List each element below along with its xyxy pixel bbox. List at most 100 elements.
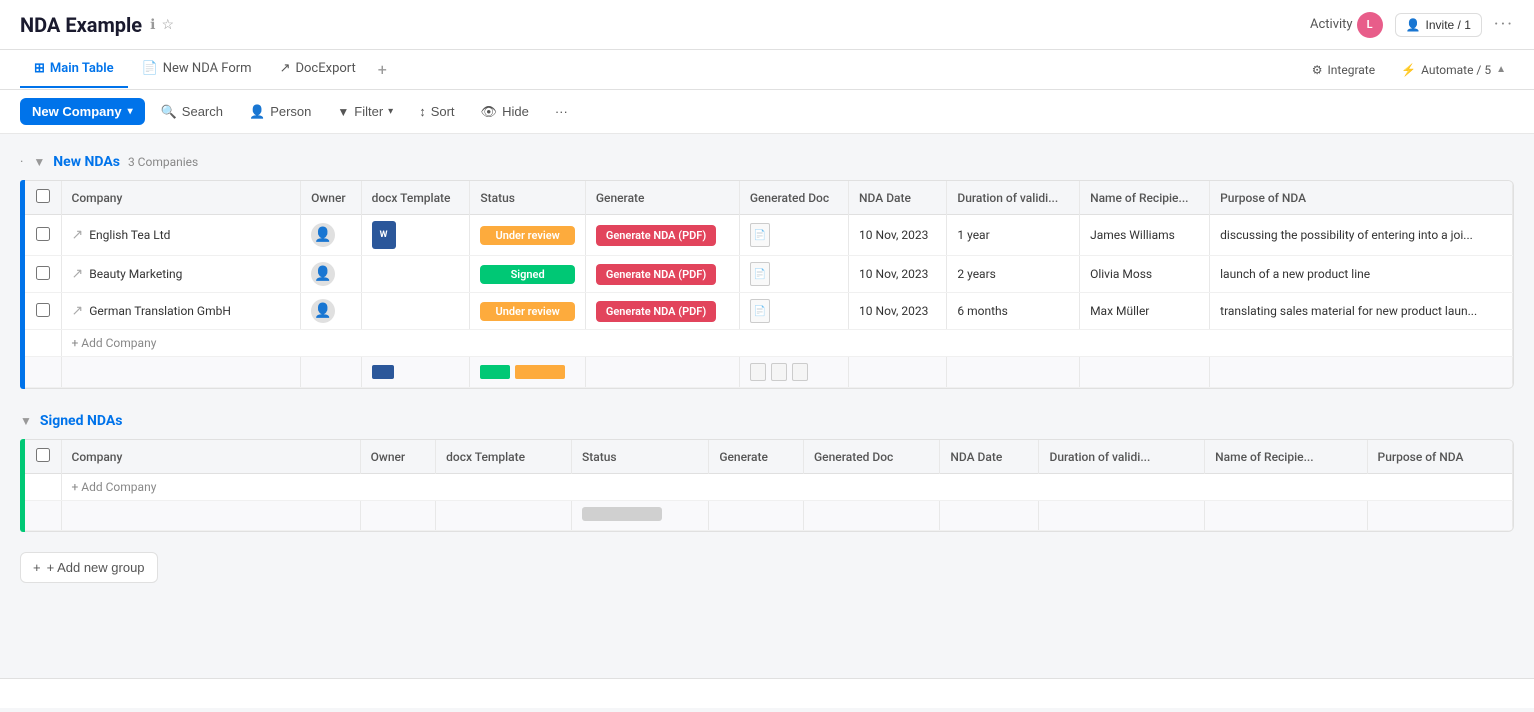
- signed-th-recipient[interactable]: Name of Recipie...: [1205, 440, 1367, 474]
- new-ndas-title: New NDAs: [53, 154, 120, 170]
- owner-avatar[interactable]: 👤: [311, 299, 335, 323]
- signed-summary-status-empty: [582, 507, 662, 521]
- owner-avatar[interactable]: 👤: [311, 262, 335, 286]
- activity-label: Activity: [1310, 17, 1353, 32]
- signed-th-duration[interactable]: Duration of validi...: [1039, 440, 1205, 474]
- chevron-up-icon: ▲: [1496, 64, 1506, 75]
- generate-button[interactable]: Generate NDA (PDF): [596, 264, 716, 285]
- summary-docx: [361, 357, 470, 388]
- th-company[interactable]: Company: [61, 181, 301, 215]
- nda-date-cell: 10 Nov, 2023: [849, 293, 947, 330]
- signed-th-generate[interactable]: Generate: [709, 440, 804, 474]
- generate-cell: Generate NDA (PDF): [585, 293, 739, 330]
- integrate-label: Integrate: [1328, 63, 1376, 77]
- status-badge[interactable]: Under review: [480, 226, 574, 245]
- signed-ndas-collapse-icon[interactable]: ▼: [20, 414, 32, 428]
- automate-button[interactable]: ⚡ Automate / 5 ▲: [1393, 59, 1514, 81]
- info-icon[interactable]: ℹ: [150, 17, 155, 33]
- signed-summary-gendoc: [804, 501, 940, 531]
- th-docx-template[interactable]: docx Template: [361, 181, 470, 215]
- th-status[interactable]: Status: [470, 181, 585, 215]
- summary-purpose: [1210, 357, 1513, 388]
- add-tab-button[interactable]: +: [370, 50, 395, 89]
- row-checkbox[interactable]: [36, 266, 50, 280]
- th-nda-date[interactable]: NDA Date: [849, 181, 947, 215]
- select-all-checkbox[interactable]: [36, 189, 50, 203]
- new-company-button[interactable]: New Company ▾: [20, 98, 145, 125]
- activity-button[interactable]: Activity L: [1310, 12, 1383, 38]
- person-button[interactable]: 👤 Person: [239, 99, 321, 125]
- signed-th-owner[interactable]: Owner: [360, 440, 436, 474]
- search-icon: 🔍: [161, 104, 177, 120]
- signed-ndas-table-wrap: Company Owner docx Template Status Gener…: [20, 439, 1514, 532]
- summary-status-orange: [515, 365, 565, 379]
- new-ndas-group-header: · ▼ New NDAs 3 Companies: [20, 150, 1514, 174]
- status-badge[interactable]: Under review: [480, 302, 574, 321]
- signed-select-all-checkbox[interactable]: [36, 448, 50, 462]
- th-generated-doc[interactable]: Generated Doc: [739, 181, 848, 215]
- owner-icon: 👤: [314, 227, 331, 243]
- row-checkbox[interactable]: [36, 227, 50, 241]
- th-owner[interactable]: Owner: [301, 181, 361, 215]
- th-generate[interactable]: Generate: [585, 181, 739, 215]
- summary-gendoc: [739, 357, 848, 388]
- hide-icon: 👁: [481, 104, 498, 120]
- row-checkbox[interactable]: [36, 303, 50, 317]
- new-ndas-collapse-icon[interactable]: ▼: [33, 155, 45, 169]
- tab-main-table[interactable]: ⊞ Main Table: [20, 51, 128, 88]
- add-company-cell[interactable]: + Add Company: [61, 330, 1513, 357]
- docx-icon[interactable]: W: [372, 221, 396, 249]
- row-expand-icon[interactable]: ↗: [72, 303, 84, 319]
- signed-th-purpose[interactable]: Purpose of NDA: [1367, 440, 1512, 474]
- more-options-button[interactable]: ···: [1494, 14, 1514, 35]
- th-recipient[interactable]: Name of Recipie...: [1080, 181, 1210, 215]
- row-expand-icon[interactable]: ↗: [72, 266, 84, 282]
- hide-label: Hide: [502, 104, 529, 119]
- add-company-row[interactable]: + Add Company: [25, 330, 1513, 357]
- owner-cell: 👤: [301, 256, 361, 293]
- signed-th-status[interactable]: Status: [571, 440, 708, 474]
- signed-summary-recipient: [1205, 501, 1367, 531]
- sort-button[interactable]: ↕ Sort: [409, 99, 464, 124]
- docx-cell: [361, 293, 470, 330]
- generate-button[interactable]: Generate NDA (PDF): [596, 225, 716, 246]
- add-new-group-button[interactable]: + + Add new group: [20, 552, 158, 583]
- filter-button[interactable]: ▼ Filter ▾: [327, 99, 403, 124]
- hide-button[interactable]: 👁 Hide: [471, 99, 539, 125]
- doc-icon: 📄: [750, 262, 770, 286]
- form-icon: 📄: [142, 61, 158, 76]
- signed-th-date[interactable]: NDA Date: [940, 440, 1039, 474]
- star-icon[interactable]: ☆: [161, 17, 174, 33]
- more-toolbar-button[interactable]: ···: [545, 99, 578, 124]
- company-name: English Tea Ltd: [89, 228, 170, 242]
- recipient-cell: Olivia Moss: [1080, 256, 1210, 293]
- filter-icon: ▼: [337, 105, 349, 119]
- search-button[interactable]: 🔍 Search: [151, 99, 233, 125]
- collapse-dot[interactable]: ·: [20, 155, 23, 170]
- owner-avatar[interactable]: 👤: [311, 223, 335, 247]
- status-badge[interactable]: Signed: [480, 265, 574, 284]
- signed-add-company-row[interactable]: + Add Company: [25, 474, 1513, 501]
- duration-cell: 6 months: [947, 293, 1080, 330]
- add-group-label: + Add new group: [47, 560, 145, 575]
- integrate-button[interactable]: ⚙ Integrate: [1304, 59, 1383, 81]
- new-ndas-table: Company Owner docx Template Status Gener…: [25, 181, 1513, 388]
- th-duration[interactable]: Duration of validi...: [947, 181, 1080, 215]
- doc-icon: 📄: [750, 223, 770, 247]
- tab-docexport[interactable]: ↗ DocExport: [266, 51, 370, 88]
- signed-th-company[interactable]: Company: [61, 440, 360, 474]
- generate-cell: Generate NDA (PDF): [585, 215, 739, 256]
- th-purpose[interactable]: Purpose of NDA: [1210, 181, 1513, 215]
- tab-new-nda-form[interactable]: 📄 New NDA Form: [128, 51, 266, 88]
- new-ndas-header-row: Company Owner docx Template Status Gener…: [25, 181, 1513, 215]
- summary-check: [25, 357, 61, 388]
- row-expand-icon[interactable]: ↗: [72, 227, 84, 243]
- invite-button[interactable]: 👤 Invite / 1: [1395, 13, 1482, 37]
- sort-icon: ↕: [419, 104, 426, 119]
- signed-add-company-cell[interactable]: + Add Company: [61, 474, 1513, 501]
- generate-button[interactable]: Generate NDA (PDF): [596, 301, 716, 322]
- signed-th-gendoc[interactable]: Generated Doc: [804, 440, 940, 474]
- new-ndas-table-container: Company Owner docx Template Status Gener…: [25, 180, 1514, 389]
- signed-th-docx[interactable]: docx Template: [436, 440, 572, 474]
- signed-summary-date: [940, 501, 1039, 531]
